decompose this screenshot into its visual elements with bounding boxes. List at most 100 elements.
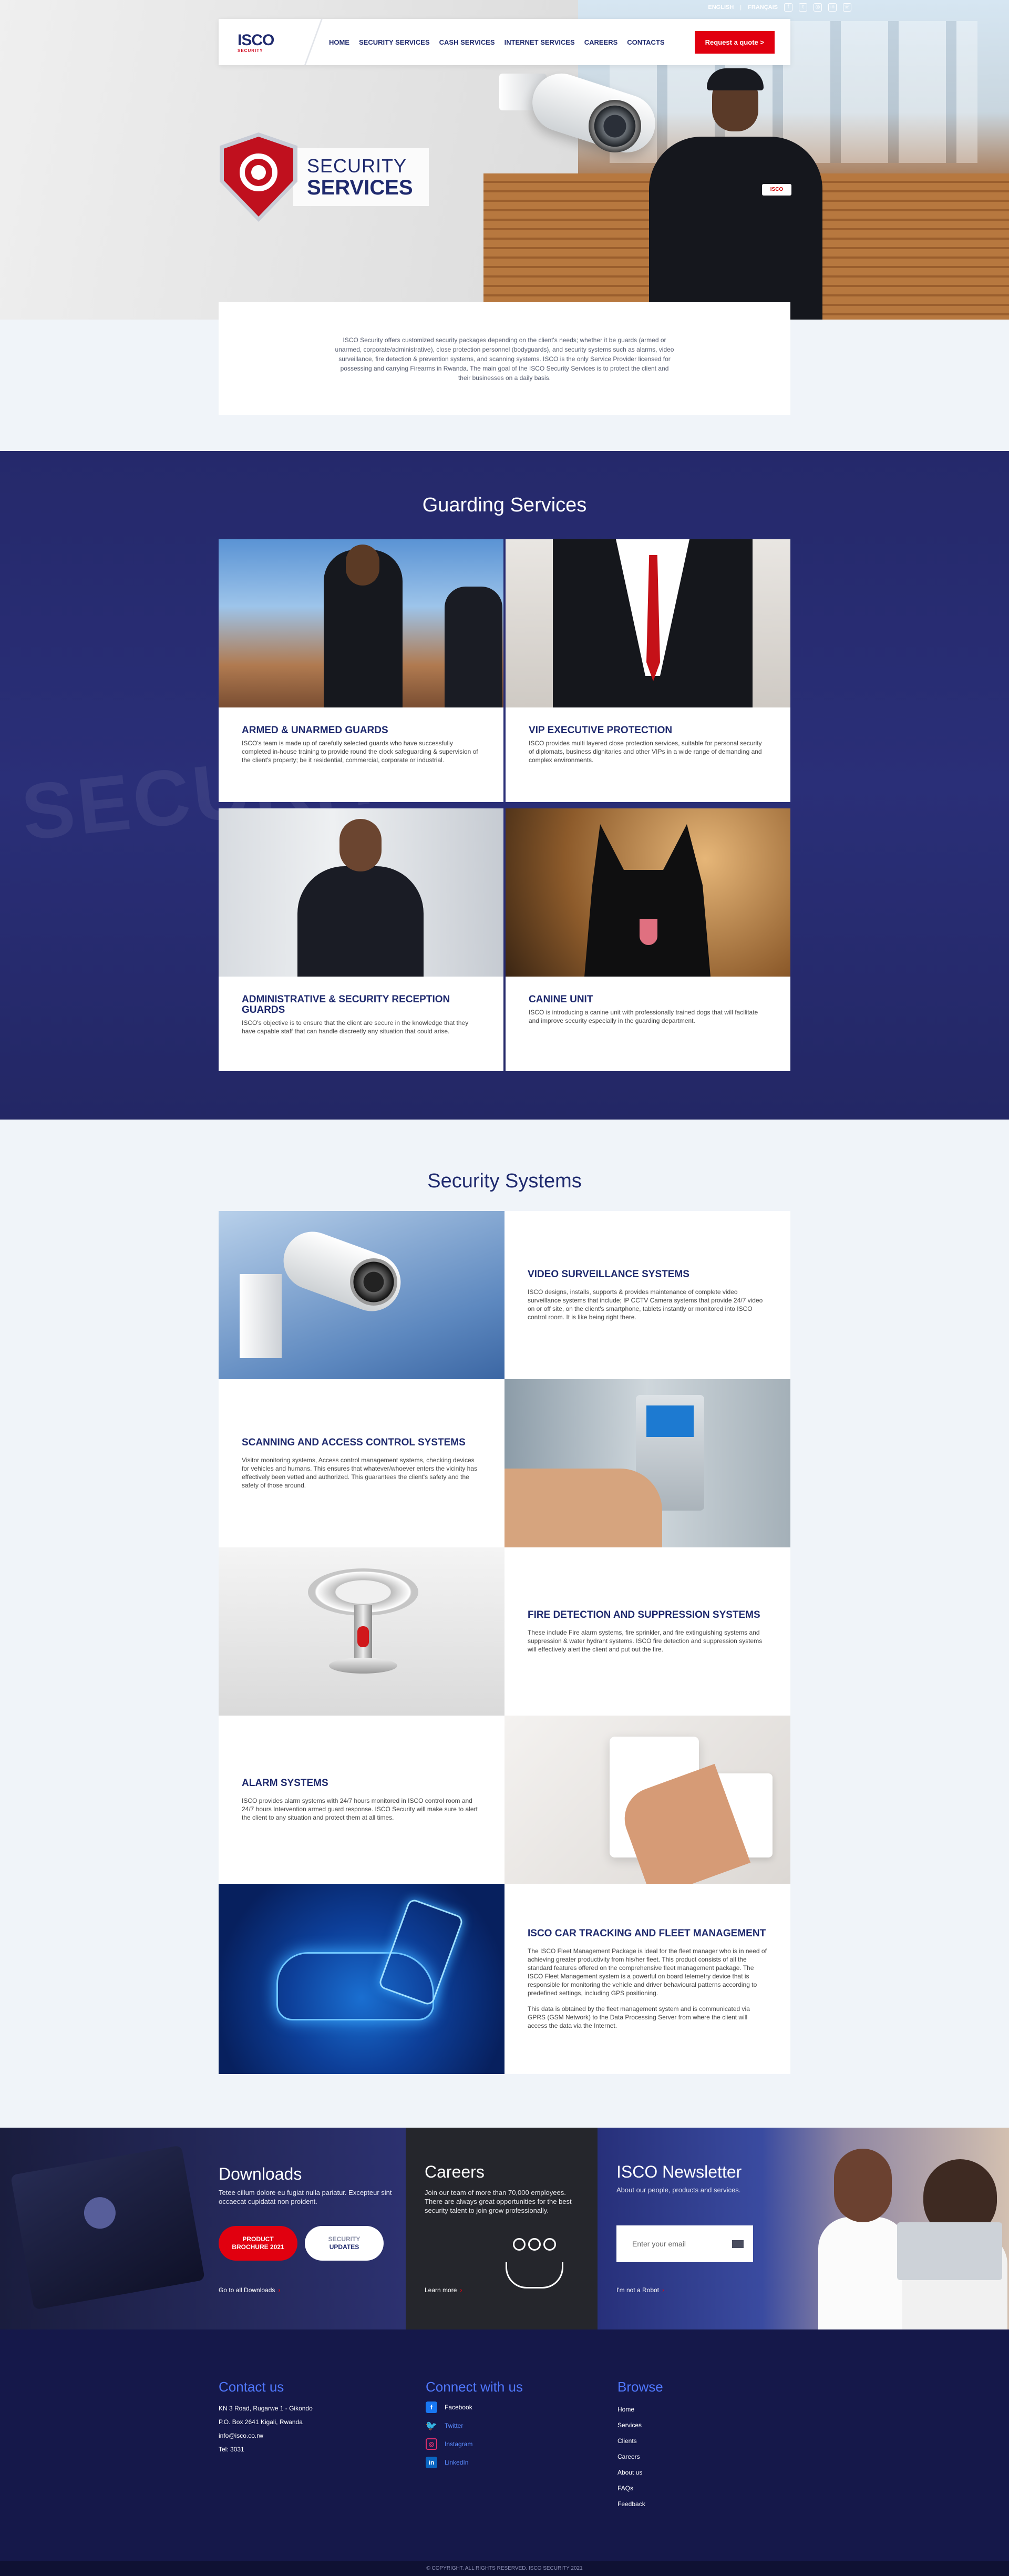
footer-browse: Browse Home Services Clients Careers Abo… <box>617 2379 663 2512</box>
browse-feedback[interactable]: Feedback <box>617 2496 663 2512</box>
nav-item-internet-services[interactable]: INTERNET SERVICES <box>504 38 575 46</box>
browse-home[interactable]: Home <box>617 2401 663 2417</box>
guarding-title: Guarding Services <box>422 494 587 516</box>
brochure-button[interactable]: PRODUCT BROCHURE 2021 <box>219 2226 297 2261</box>
sprinkler-image <box>219 1547 504 1716</box>
system-fire-text: FIRE DETECTION AND SUPPRESSION SYSTEMS T… <box>504 1547 790 1716</box>
system-desc: The ISCO Fleet Management Package is ide… <box>528 1947 767 1997</box>
nav-menu: HOME SECURITY SERVICES CASH SERVICES INT… <box>329 38 665 46</box>
main-nav: ISCO SECURITY HOME SECURITY SERVICES CAS… <box>219 19 790 65</box>
careers-learn-more-link[interactable]: Learn more › <box>425 2286 462 2294</box>
copyright: © COPYRIGHT. ALL RIGHTS RESERVED. ISCO S… <box>0 2561 1009 2576</box>
downloads-text: Tetee cillum dolore eu fugiat nulla pari… <box>219 2189 392 2205</box>
footer-contact: Contact us KN 3 Road, Rugarwe 1 - Gikond… <box>219 2379 313 2456</box>
card-title: ADMINISTRATIVE & SECURITY RECEPTION GUAR… <box>242 994 450 1015</box>
card-text: ISCO provides multi layered close protec… <box>529 740 762 764</box>
guard-badge: ISCO <box>762 184 791 196</box>
nav-divider <box>303 19 324 65</box>
system-row-fire: FIRE DETECTION AND SUPPRESSION SYSTEMS T… <box>219 1547 790 1716</box>
social-facebook[interactable]: f Facebook <box>426 2401 523 2413</box>
careers-panel: Careers Join our team of more than 70,00… <box>406 2128 598 2329</box>
facebook-icon[interactable]: f <box>784 3 792 12</box>
contact-pobox: P.O. Box 2641 Kigali, Rwanda <box>219 2418 303 2426</box>
nav-item-careers[interactable]: CAREERS <box>584 38 618 46</box>
social-linkedin[interactable]: in LinkedIn <box>426 2457 523 2468</box>
logo[interactable]: ISCO SECURITY <box>219 19 303 65</box>
vip-protection-image <box>506 539 790 707</box>
card-title: CANINE UNIT <box>529 994 593 1005</box>
hero-title-line2: SERVICES <box>307 176 413 199</box>
contact-email[interactable]: info@isco.co.rw <box>219 2429 313 2442</box>
cctv-image <box>219 1211 504 1379</box>
envelope-icon[interactable] <box>732 2240 744 2248</box>
newsletter-email-input[interactable]: Enter your email <box>616 2225 753 2262</box>
access-control-image <box>504 1379 790 1547</box>
social-instagram[interactable]: ◎ Instagram <box>426 2438 523 2450</box>
system-desc: Visitor monitoring systems, Access contr… <box>242 1456 478 1489</box>
careers-text: Join our team of more than 70,000 employ… <box>425 2189 572 2214</box>
not-a-robot-link[interactable]: I'm not a Robot › <box>616 2286 664 2294</box>
top-utility-bar: ENGLISH | FRANÇAIS f t ◎ in ☏ <box>0 0 1009 15</box>
card-reception-guards[interactable]: ADMINISTRATIVE & SECURITY RECEPTION GUAR… <box>219 808 503 1071</box>
contact-title: Contact us <box>219 2379 284 2395</box>
card-vip-protection[interactable]: VIP EXECUTIVE PROTECTION ISCO provides m… <box>506 539 790 802</box>
browse-clients[interactable]: Clients <box>617 2433 663 2449</box>
laptop-image <box>10 2145 205 2310</box>
phone-icon[interactable]: ☏ <box>843 3 851 12</box>
all-downloads-link[interactable]: Go to all Downloads › <box>219 2286 280 2294</box>
security-updates-button[interactable]: SECURITY UPDATES <box>305 2226 384 2261</box>
card-canine-unit[interactable]: CANINE UNIT ISCO is introducing a canine… <box>506 808 790 1071</box>
newsletter-title: ISCO Newsletter <box>616 2162 742 2181</box>
system-row-video: VIDEO SURVEILLANCE SYSTEMS ISCO designs,… <box>219 1211 790 1379</box>
lang-english[interactable]: ENGLISH <box>708 4 734 11</box>
arrow-right-icon: › <box>460 2286 462 2294</box>
system-video-text: VIDEO SURVEILLANCE SYSTEMS ISCO designs,… <box>504 1211 790 1379</box>
browse-about[interactable]: About us <box>617 2465 663 2480</box>
linkedin-icon[interactable]: in <box>828 3 837 12</box>
system-title: SCANNING AND ACCESS CONTROL SYSTEMS <box>242 1437 466 1448</box>
card-title: VIP EXECUTIVE PROTECTION <box>529 725 673 736</box>
contact-phone[interactable]: Tel: 3031 <box>219 2442 313 2456</box>
instagram-icon[interactable]: ◎ <box>814 3 822 12</box>
system-row-access: SCANNING AND ACCESS CONTROL SYSTEMS Visi… <box>219 1379 790 1547</box>
armed-guards-image <box>219 539 503 707</box>
guarding-services-section: SECURITY Guarding Services ARMED & UNARM… <box>0 451 1009 1120</box>
card-text: ISCO is introducing a canine unit with p… <box>529 1009 758 1024</box>
system-title: FIRE DETECTION AND SUPPRESSION SYSTEMS <box>528 1609 760 1620</box>
linkedin-icon: in <box>426 2457 437 2468</box>
browse-faqs[interactable]: FAQs <box>617 2480 663 2496</box>
request-quote-button[interactable]: Request a quote > <box>694 30 775 54</box>
card-title: ARMED & UNARMED GUARDS <box>242 725 388 736</box>
nav-item-contacts[interactable]: CONTACTS <box>627 38 664 46</box>
lang-separator: | <box>740 4 742 11</box>
reception-guard-image <box>219 808 503 977</box>
brochure-label-2: BROCHURE 2021 <box>232 2243 284 2251</box>
lang-french[interactable]: FRANÇAIS <box>748 4 778 11</box>
hero-title-box: SECURITY SERVICES <box>293 148 429 206</box>
newsletter-panel: ISCO Newsletter About our people, produc… <box>598 2128 1009 2329</box>
nav-item-home[interactable]: HOME <box>329 38 349 46</box>
nav-item-security-services[interactable]: SECURITY SERVICES <box>359 38 430 46</box>
browse-careers[interactable]: Careers <box>617 2449 663 2465</box>
footer-connect: Connect with us f Facebook 🐦 Twitter ◎ Inst… <box>426 2379 523 2475</box>
card-text: ISCO's objective is to ensure that the c… <box>242 1019 469 1035</box>
hero-guard-image: ISCO <box>639 63 833 320</box>
twitter-icon[interactable]: t <box>799 3 807 12</box>
browse-services[interactable]: Services <box>617 2417 663 2433</box>
downloads-title: Downloads <box>219 2164 302 2183</box>
hero-title-line1: SECURITY <box>307 155 407 177</box>
team-hand-icon <box>506 2238 563 2291</box>
alarm-panel-image <box>504 1716 790 1884</box>
security-systems-section: Security Systems VIDEO SURVEILLANCE SYST… <box>0 1120 1009 2128</box>
canine-image <box>506 808 790 977</box>
system-desc: These include Fire alarm systems, fire s… <box>528 1629 763 1653</box>
connect-title: Connect with us <box>426 2379 523 2395</box>
system-alarm-text: ALARM SYSTEMS ISCO provides alarm system… <box>219 1716 504 1884</box>
system-desc-2: This data is obtained by the fleet manag… <box>528 2005 750 2029</box>
intro-card: ISCO Security offers customized security… <box>219 302 790 415</box>
card-armed-guards[interactable]: ARMED & UNARMED GUARDS ISCO's team is ma… <box>219 539 503 802</box>
social-twitter[interactable]: 🐦 Twitter <box>426 2420 523 2431</box>
nav-item-cash-services[interactable]: CASH SERVICES <box>439 38 495 46</box>
footer-promo-row: Downloads Tetee cillum dolore eu fugiat … <box>0 2128 1009 2329</box>
system-title: ISCO CAR TRACKING AND FLEET MANAGEMENT <box>528 1928 766 1939</box>
